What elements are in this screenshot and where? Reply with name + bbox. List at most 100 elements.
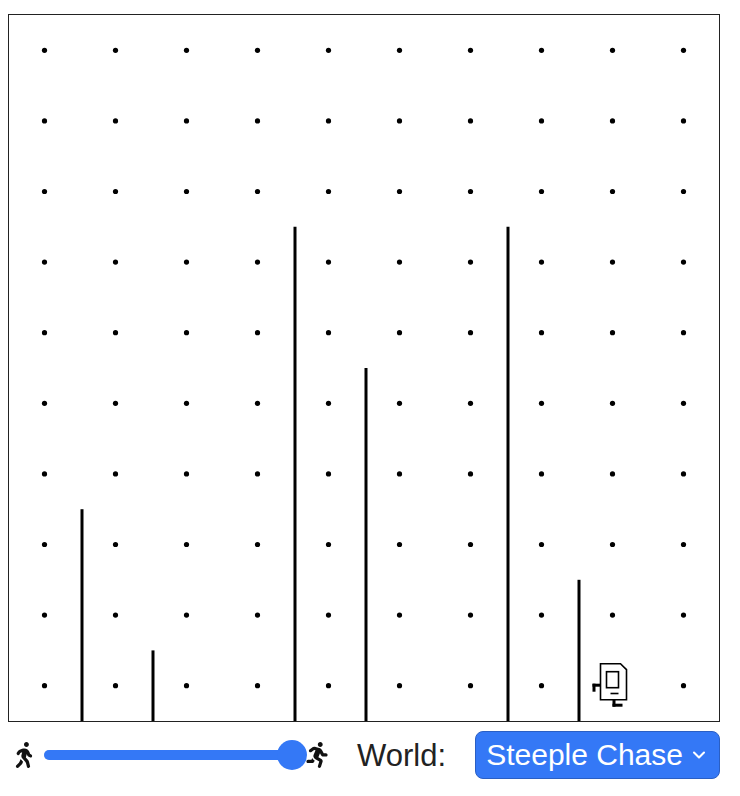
corner-dot xyxy=(539,118,544,123)
corner-dot xyxy=(610,48,615,53)
corner-dot xyxy=(326,330,331,335)
corner-dot xyxy=(468,471,473,476)
wall xyxy=(507,227,510,721)
corner-dot xyxy=(326,683,331,688)
corner-dot xyxy=(539,48,544,53)
world-select-value: Steeple Chase xyxy=(486,740,683,770)
corner-dot xyxy=(42,542,47,547)
corner-dot xyxy=(681,613,686,618)
corner-dot xyxy=(42,48,47,53)
corner-dot xyxy=(326,542,331,547)
corner-dot xyxy=(184,471,189,476)
world-board xyxy=(8,14,720,722)
corner-dot xyxy=(468,189,473,194)
corner-dot xyxy=(610,613,615,618)
corner-dot xyxy=(42,613,47,618)
corner-dot xyxy=(42,118,47,123)
corner-dot xyxy=(468,118,473,123)
corner-dot xyxy=(42,471,47,476)
robot-icon xyxy=(593,664,627,707)
corner-dot xyxy=(255,189,260,194)
corner-dot xyxy=(539,683,544,688)
corner-dot xyxy=(397,613,402,618)
corner-dot xyxy=(113,542,118,547)
app: World:Steeple Chase xyxy=(0,0,740,796)
controls-bar: World:Steeple Chase xyxy=(8,722,720,788)
slow-walker-icon xyxy=(12,742,36,768)
corner-dot xyxy=(468,330,473,335)
corner-dot xyxy=(681,683,686,688)
corner-dot xyxy=(397,542,402,547)
corner-dot xyxy=(468,613,473,618)
corner-dot xyxy=(468,401,473,406)
corner-dot xyxy=(397,401,402,406)
corner-dot xyxy=(610,189,615,194)
corner-dot xyxy=(681,189,686,194)
world-select[interactable]: Steeple Chase xyxy=(475,731,720,779)
wall xyxy=(365,368,368,721)
corner-dot xyxy=(326,189,331,194)
corner-dot xyxy=(113,260,118,265)
corner-dot xyxy=(255,683,260,688)
corner-dot xyxy=(113,683,118,688)
speed-slider-thumb[interactable] xyxy=(277,740,307,770)
corner-dot xyxy=(113,189,118,194)
corner-dot xyxy=(539,613,544,618)
speed-slider[interactable] xyxy=(44,750,300,760)
corner-dot xyxy=(539,401,544,406)
corner-dot xyxy=(539,330,544,335)
corner-dot xyxy=(681,118,686,123)
corner-dot xyxy=(42,260,47,265)
corner-dot xyxy=(326,613,331,618)
corner-dot xyxy=(113,613,118,618)
corner-dot xyxy=(397,683,402,688)
corner-dot xyxy=(255,260,260,265)
corner-dot xyxy=(681,471,686,476)
corner-dot xyxy=(468,683,473,688)
corner-dot xyxy=(397,189,402,194)
corner-dot xyxy=(113,471,118,476)
wall xyxy=(294,227,297,721)
corner-dot xyxy=(326,260,331,265)
corner-dot xyxy=(184,330,189,335)
corner-dot xyxy=(468,48,473,53)
corner-dot xyxy=(42,683,47,688)
corner-dot xyxy=(397,471,402,476)
corner-dot xyxy=(397,260,402,265)
corner-dot xyxy=(610,260,615,265)
corner-dot xyxy=(468,542,473,547)
chevron-down-icon xyxy=(689,745,709,765)
corner-dot xyxy=(610,401,615,406)
corner-dot xyxy=(255,330,260,335)
corner-dot xyxy=(42,189,47,194)
corner-dot xyxy=(326,471,331,476)
corner-dot xyxy=(539,542,544,547)
corner-dot xyxy=(113,118,118,123)
corner-dot xyxy=(255,542,260,547)
corner-dot xyxy=(184,189,189,194)
corner-dot xyxy=(113,48,118,53)
corner-dot xyxy=(681,260,686,265)
corner-dot xyxy=(610,471,615,476)
corner-dot xyxy=(681,330,686,335)
corner-dot xyxy=(539,189,544,194)
corner-dot xyxy=(255,118,260,123)
corner-dot xyxy=(326,48,331,53)
corner-dot xyxy=(681,48,686,53)
corner-dot xyxy=(539,471,544,476)
fast-runner-icon xyxy=(304,742,330,768)
corner-dot xyxy=(255,401,260,406)
corner-dot xyxy=(681,542,686,547)
corner-dot xyxy=(539,260,544,265)
corner-dot xyxy=(255,471,260,476)
corner-dot xyxy=(610,542,615,547)
speed-slider-fill xyxy=(44,750,300,760)
wall xyxy=(81,509,84,721)
corner-dot xyxy=(113,401,118,406)
corner-dot xyxy=(326,118,331,123)
corner-dot xyxy=(255,613,260,618)
corner-dot xyxy=(184,542,189,547)
corner-dot xyxy=(255,48,260,53)
corner-dot xyxy=(468,260,473,265)
corner-dot xyxy=(113,330,118,335)
